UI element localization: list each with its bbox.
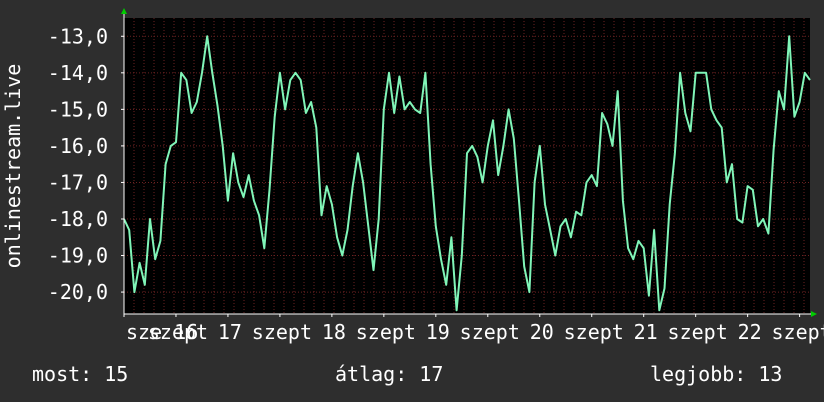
y-tick-label: -15,0	[48, 97, 108, 121]
y-axis-ticks: -13,0 -14,0 -15,0 -16,0 -17,0 -18,0 -19,0 -20,0	[48, 24, 124, 304]
y-tick-label: -17,0	[48, 170, 108, 194]
x-tick-label: szept	[252, 320, 312, 344]
stat-now-value: 15	[104, 362, 129, 386]
y-tick-label: -13,0	[48, 24, 108, 48]
y-tick-label: -18,0	[48, 207, 108, 231]
stat-best: legjobb: 13	[650, 362, 782, 386]
x-tick-label: 17	[218, 320, 242, 344]
stat-average: átlag: 17	[335, 362, 443, 386]
x-tick-label: 22	[738, 320, 762, 344]
y-axis-arrow-icon	[121, 8, 127, 14]
x-tick-label: szept	[356, 320, 416, 344]
x-tick-label: 19	[426, 320, 450, 344]
y-axis-label: onlinestream.live	[1, 64, 25, 269]
x-tick-label: 18	[322, 320, 346, 344]
x-axis-arrow-icon	[811, 311, 817, 317]
y-tick-label: -19,0	[48, 244, 108, 268]
x-tick-label: szept	[771, 320, 824, 344]
stat-now: most: 15	[32, 362, 128, 386]
stats-bar: most: 15 átlag: 17 legjobb: 13	[0, 362, 824, 388]
stat-average-label: átlag:	[335, 362, 408, 386]
x-tick-label: 20	[530, 320, 554, 344]
stat-average-value: 17	[419, 362, 444, 386]
x-tick-label: szept	[460, 320, 520, 344]
stat-best-value: 13	[758, 362, 783, 386]
x-tick-label: 21	[634, 320, 658, 344]
stat-now-label: most:	[32, 362, 93, 386]
x-tick-label: szept	[148, 320, 208, 344]
x-tick-label: szept	[668, 320, 728, 344]
y-tick-label: -14,0	[48, 61, 108, 85]
stat-best-label: legjobb:	[650, 362, 747, 386]
chart: -13,0 -14,0 -15,0 -16,0 -17,0 -18,0 -19,0 -20,0…	[1, 8, 824, 344]
y-tick-label: -16,0	[48, 134, 108, 158]
y-tick-label: -20,0	[48, 280, 108, 304]
x-axis-ticks: sze 16szept 17 szept 18 szept 19 szept 20 szept 2…	[123, 314, 824, 344]
x-tick-label: szept	[564, 320, 624, 344]
